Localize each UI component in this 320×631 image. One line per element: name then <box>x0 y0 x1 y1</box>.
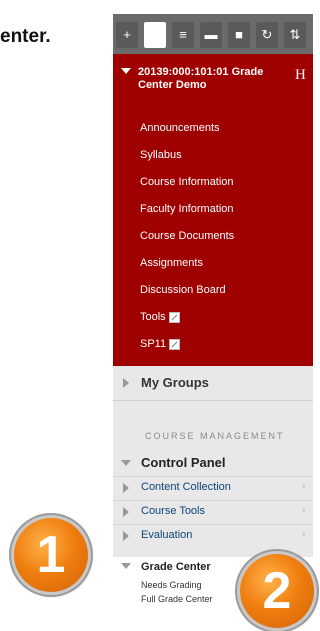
step-badge-2: 2 <box>240 554 314 628</box>
course-header[interactable]: 20139:000:101:01 Grade Center Demo <box>121 66 291 92</box>
link-announcements[interactable]: Announcements <box>140 122 220 134</box>
selected-toolbar-button[interactable] <box>144 22 166 48</box>
step-number: 1 <box>36 526 66 584</box>
chevron-right-icon: › <box>302 529 306 540</box>
new-window-button[interactable]: ■ <box>228 22 250 48</box>
grade-center-heading[interactable]: Grade Center <box>141 561 211 573</box>
control-panel-item-label: Content Collection <box>141 481 231 493</box>
menu-toolbar: + ≡ ▬ ■ ↻ ⇅ <box>113 14 313 54</box>
expand-arrow-icon[interactable] <box>123 507 129 517</box>
list-view-button[interactable]: ≡ <box>172 22 194 48</box>
course-management-heading: COURSE MANAGEMENT <box>145 431 285 441</box>
home-icon[interactable]: H <box>295 67 306 84</box>
expand-arrow-icon[interactable] <box>123 483 129 493</box>
link-course-documents[interactable]: Course Documents <box>140 230 234 242</box>
link-tools-label: Tools <box>140 311 166 323</box>
link-syllabus[interactable]: Syllabus <box>140 149 182 161</box>
link-tools[interactable]: Tools <box>140 311 180 323</box>
control-panel-item-label: Course Tools <box>141 505 205 517</box>
plus-icon: + <box>123 27 131 42</box>
control-panel-item-evaluation[interactable]: Evaluation › <box>113 524 313 548</box>
control-panel-item-label: Evaluation <box>141 529 193 541</box>
refresh-icon: ↻ <box>261 27 273 42</box>
refresh-button[interactable]: ↻ <box>256 22 278 48</box>
link-full-grade-center[interactable]: Full Grade Center <box>141 594 213 604</box>
link-discussion-board[interactable]: Discussion Board <box>140 284 226 296</box>
my-groups-row[interactable]: My Groups <box>113 366 313 401</box>
course-title: 20139:000:101:01 Grade Center Demo <box>138 66 264 91</box>
sort-icon: ⇅ <box>289 27 301 42</box>
folder-view-button[interactable]: ▬ <box>200 22 222 48</box>
course-menu: + ≡ ▬ ■ ↻ ⇅ 20139:000:101:01 Grade Cente… <box>113 14 313 631</box>
window-icon: ■ <box>235 27 243 42</box>
control-panel-item-course-tools[interactable]: Course Tools › <box>113 500 313 524</box>
course-menu-panel: 20139:000:101:01 Grade Center Demo H Ann… <box>113 54 313 366</box>
list-icon: ≡ <box>179 27 187 42</box>
link-faculty-information[interactable]: Faculty Information <box>140 203 234 215</box>
collapse-arrow-icon[interactable] <box>121 460 131 466</box>
edit-icon[interactable] <box>169 338 181 350</box>
control-panel-item-content-collection[interactable]: Content Collection › <box>113 476 313 500</box>
my-groups-label: My Groups <box>141 375 209 390</box>
link-sp11-label: SP11 <box>140 338 167 350</box>
expand-arrow-icon[interactable] <box>123 531 129 541</box>
chevron-right-icon: › <box>302 481 306 492</box>
step-badge-1: 1 <box>14 518 88 592</box>
partial-heading: enter. <box>0 26 51 47</box>
link-needs-grading[interactable]: Needs Grading <box>141 580 202 590</box>
link-course-information[interactable]: Course Information <box>140 176 234 188</box>
link-sp11[interactable]: SP11 <box>140 338 181 350</box>
chevron-right-icon: › <box>302 505 306 516</box>
collapse-arrow-icon[interactable] <box>121 68 131 74</box>
collapse-arrow-icon[interactable] <box>121 563 131 569</box>
add-menu-item-button[interactable]: + <box>116 22 138 48</box>
step-number: 2 <box>262 562 292 620</box>
folder-icon: ▬ <box>204 27 218 42</box>
reorder-button[interactable]: ⇅ <box>284 22 306 48</box>
edit-icon[interactable] <box>168 311 180 323</box>
control-panel-heading[interactable]: Control Panel <box>141 455 226 470</box>
expand-arrow-icon[interactable] <box>123 378 129 388</box>
link-assignments[interactable]: Assignments <box>140 257 203 269</box>
